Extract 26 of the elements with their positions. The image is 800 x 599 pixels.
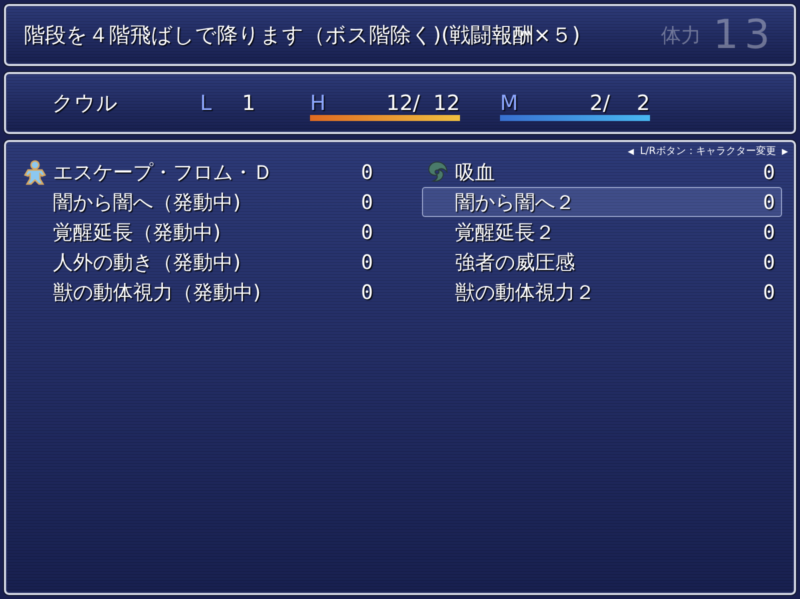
skill-item[interactable]: 覚醒延長（発動中) 0 <box>20 217 380 247</box>
left-arrow[interactable]: ◀ <box>628 146 634 156</box>
skill-item[interactable]: 獣の動体視力２ 0 <box>422 277 782 307</box>
gauge-current: 2/ <box>588 91 610 115</box>
level-label: L <box>200 91 213 115</box>
gauge-max: 12 <box>432 91 460 115</box>
stamina-value: 13 <box>713 12 776 58</box>
gauge-max: 2 <box>636 91 650 115</box>
help-text: 階段を４階飛ばしで降ります（ボス階除く)(戦闘報酬×５) <box>24 22 580 49</box>
hint-text: L/Rボタン：キャラクター変更 <box>640 144 776 158</box>
skill-item[interactable]: 獣の動体視力（発動中) 0 <box>20 277 380 307</box>
skill-item[interactable]: 人外の動き（発動中) 0 <box>20 247 380 277</box>
gauge-label: H <box>310 92 327 114</box>
gauge-label: M <box>500 92 520 114</box>
skill-item[interactable]: 覚醒延長２ 0 <box>422 217 782 247</box>
skill-item[interactable]: エスケープ・フロム・Ｄ 0 <box>20 157 380 187</box>
skill-item[interactable]: 闇から闇へ（発動中) 0 <box>20 187 380 217</box>
figure-icon <box>23 159 47 185</box>
level-value: 1 <box>242 91 256 115</box>
gauge-current: 12/ <box>385 91 420 115</box>
character-name: クウル <box>52 90 119 117</box>
skill-item[interactable]: 強者の威圧感 0 <box>422 247 782 277</box>
right-arrow[interactable]: ▶ <box>782 146 788 156</box>
stamina-label: 体力 <box>661 22 702 48</box>
skill-item[interactable]: 闇から闇へ２ 0 <box>422 187 782 217</box>
skill-item[interactable]: 吸血 0 <box>422 157 782 187</box>
